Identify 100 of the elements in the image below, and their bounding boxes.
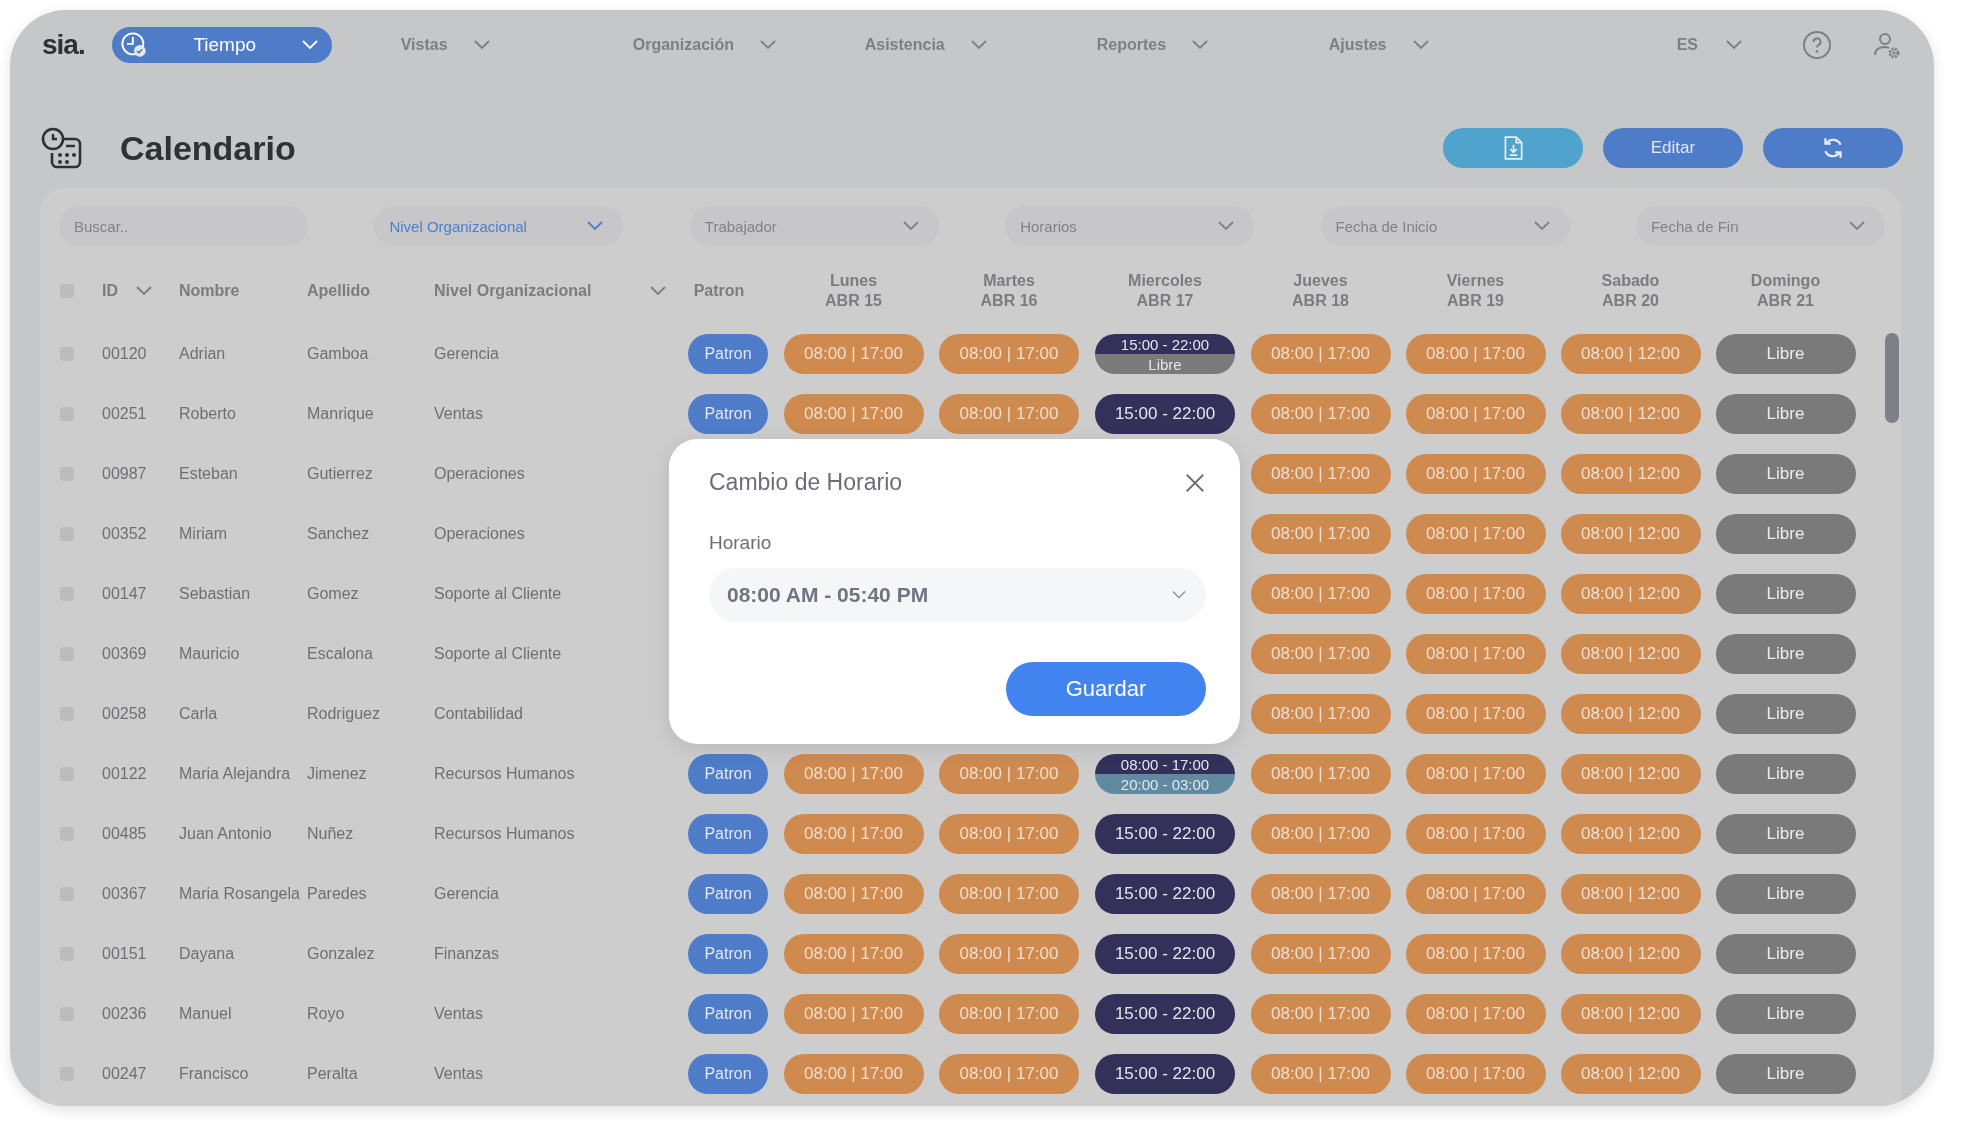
shift-pill[interactable]: 08:00 | 17:00	[1250, 754, 1391, 794]
logo[interactable]: sia.	[42, 29, 85, 61]
split-shift-pill[interactable]: 08:00 - 17:00 20:00 - 03:00	[1095, 754, 1235, 794]
shift-pill[interactable]: 08:00 | 17:00	[1405, 1054, 1546, 1094]
shift-pill[interactable]: Libre	[1715, 994, 1856, 1034]
shift-pill[interactable]: Libre	[1715, 694, 1856, 734]
save-button[interactable]: Guardar	[1006, 662, 1206, 716]
shift-pill[interactable]: Libre	[1715, 754, 1856, 794]
filter-dropdown[interactable]: Fecha de Fin	[1635, 206, 1885, 246]
shift-pill[interactable]: 08:00 | 17:00	[783, 394, 924, 434]
shift-pill[interactable]: 08:00 | 17:00	[1250, 454, 1391, 494]
shift-pill[interactable]: 08:00 | 17:00	[939, 754, 1079, 794]
shift-pill[interactable]: Libre	[1715, 334, 1856, 374]
shift-pill[interactable]: 15:00 - 22:00	[1095, 394, 1235, 434]
pattern-button[interactable]: Patron	[688, 394, 768, 434]
scrollbar-thumb[interactable]	[1885, 333, 1899, 423]
nav-menu[interactable]: Tiempo	[111, 27, 332, 63]
shift-pill[interactable]: 08:00 | 17:00	[783, 754, 924, 794]
shift-pill[interactable]: 08:00 | 17:00	[1250, 634, 1391, 674]
shift-pill[interactable]: 08:00 | 17:00	[1405, 514, 1546, 554]
help-icon[interactable]	[1802, 30, 1832, 60]
shift-pill[interactable]: 08:00 | 12:00	[1560, 574, 1701, 614]
search-field[interactable]: Buscar..	[59, 206, 308, 246]
shift-pill[interactable]: 08:00 | 17:00	[783, 814, 924, 854]
shift-pill[interactable]: 08:00 | 17:00	[1405, 454, 1546, 494]
pattern-button[interactable]: Patron	[688, 1054, 768, 1094]
shift-pill[interactable]: Libre	[1715, 814, 1856, 854]
shift-pill[interactable]: 08:00 | 17:00	[783, 874, 924, 914]
user-settings-icon[interactable]	[1872, 30, 1902, 60]
refresh-button[interactable]	[1763, 128, 1903, 168]
shift-pill[interactable]: 08:00 | 17:00	[1250, 814, 1391, 854]
shift-pill[interactable]: 08:00 | 17:00	[1405, 634, 1546, 674]
shift-pill[interactable]: 08:00 | 17:00	[1250, 394, 1391, 434]
language-menu[interactable]: ES	[1676, 36, 1742, 54]
shift-pill[interactable]: 08:00 | 12:00	[1560, 754, 1701, 794]
shift-pill[interactable]: 08:00 | 17:00	[1405, 694, 1546, 734]
shift-pill[interactable]: 08:00 | 17:00	[939, 874, 1079, 914]
shift-pill[interactable]: 08:00 | 17:00	[1250, 994, 1391, 1034]
export-button[interactable]	[1443, 128, 1583, 168]
shift-pill[interactable]: Libre	[1715, 934, 1856, 974]
shift-pill[interactable]: 08:00 | 17:00	[1250, 934, 1391, 974]
shift-pill[interactable]: Libre	[1715, 514, 1856, 554]
pattern-button[interactable]: Patron	[688, 994, 768, 1034]
shift-pill[interactable]: 08:00 | 12:00	[1560, 334, 1701, 374]
shift-pill[interactable]: 08:00 | 12:00	[1560, 514, 1701, 554]
shift-pill[interactable]: 08:00 | 17:00	[783, 1054, 924, 1094]
shift-pill[interactable]: 08:00 | 17:00	[1405, 394, 1546, 434]
shift-pill[interactable]: 08:00 | 12:00	[1560, 874, 1701, 914]
nav-menu[interactable]: Reportes	[1096, 27, 1329, 63]
schedule-select[interactable]: 08:00 AM - 05:40 PM	[709, 568, 1206, 622]
pattern-button[interactable]: Patron	[688, 754, 768, 794]
shift-pill[interactable]: 08:00 | 17:00	[939, 934, 1079, 974]
pattern-button[interactable]: Patron	[688, 334, 768, 374]
shift-pill[interactable]: Libre	[1715, 574, 1856, 614]
shift-pill[interactable]: 15:00 - 22:00	[1095, 1054, 1235, 1094]
shift-pill[interactable]: 08:00 | 17:00	[1250, 694, 1391, 734]
shift-pill[interactable]: Libre	[1715, 634, 1856, 674]
pattern-button[interactable]: Patron	[688, 934, 768, 974]
shift-pill[interactable]: 15:00 - 22:00	[1095, 874, 1235, 914]
shift-pill[interactable]: Libre	[1715, 454, 1856, 494]
shift-pill[interactable]: 08:00 | 17:00	[939, 334, 1079, 374]
shift-pill[interactable]: 08:00 | 17:00	[1405, 334, 1546, 374]
shift-pill[interactable]: 08:00 | 17:00	[1250, 1054, 1391, 1094]
nav-menu[interactable]: Vistas	[400, 27, 633, 63]
shift-pill[interactable]: 08:00 | 17:00	[1250, 874, 1391, 914]
shift-pill[interactable]: 08:00 | 17:00	[1250, 574, 1391, 614]
shift-pill[interactable]: 08:00 | 17:00	[783, 994, 924, 1034]
shift-pill[interactable]: 08:00 | 12:00	[1560, 394, 1701, 434]
shift-pill[interactable]: 08:00 | 17:00	[939, 394, 1079, 434]
shift-pill[interactable]: Libre	[1715, 874, 1856, 914]
split-shift-pill[interactable]: 15:00 - 22:00 Libre	[1095, 334, 1235, 374]
shift-pill[interactable]: 08:00 | 17:00	[939, 814, 1079, 854]
shift-pill[interactable]: 08:00 | 12:00	[1560, 994, 1701, 1034]
shift-pill[interactable]: 08:00 | 17:00	[1405, 574, 1546, 614]
chevron-down-icon[interactable]	[136, 286, 152, 296]
shift-pill[interactable]: 08:00 | 17:00	[1405, 934, 1546, 974]
shift-pill[interactable]: 08:00 | 17:00	[1405, 754, 1546, 794]
shift-pill[interactable]: 08:00 | 12:00	[1560, 1054, 1701, 1094]
nav-menu[interactable]: Organización	[632, 27, 865, 63]
shift-pill[interactable]: 15:00 - 22:00	[1095, 994, 1235, 1034]
shift-pill[interactable]: 08:00 | 17:00	[939, 994, 1079, 1034]
shift-pill[interactable]: 15:00 - 22:00	[1095, 814, 1235, 854]
edit-button[interactable]: Editar	[1603, 128, 1743, 168]
filter-dropdown[interactable]: Horarios	[1005, 206, 1255, 246]
nav-menu[interactable]: Ajustes	[1328, 27, 1561, 63]
shift-pill[interactable]: 08:00 | 17:00	[939, 1054, 1079, 1094]
shift-pill[interactable]: Libre	[1715, 394, 1856, 434]
shift-pill[interactable]: 08:00 | 17:00	[783, 334, 924, 374]
shift-pill[interactable]: 08:00 | 17:00	[1405, 994, 1546, 1034]
shift-pill[interactable]: Libre	[1715, 1054, 1856, 1094]
shift-pill[interactable]: 08:00 | 12:00	[1560, 934, 1701, 974]
shift-pill[interactable]: 08:00 | 12:00	[1560, 454, 1701, 494]
shift-pill[interactable]: 08:00 | 17:00	[1405, 874, 1546, 914]
filter-dropdown[interactable]: Fecha de Inicio	[1320, 206, 1570, 246]
shift-pill[interactable]: 08:00 | 12:00	[1560, 634, 1701, 674]
shift-pill[interactable]: 08:00 | 12:00	[1560, 814, 1701, 854]
filter-dropdown[interactable]: Trabajador	[689, 206, 939, 246]
pattern-button[interactable]: Patron	[688, 874, 768, 914]
shift-pill[interactable]: 08:00 | 17:00	[1405, 814, 1546, 854]
nav-menu[interactable]: Asistencia	[864, 27, 1097, 63]
